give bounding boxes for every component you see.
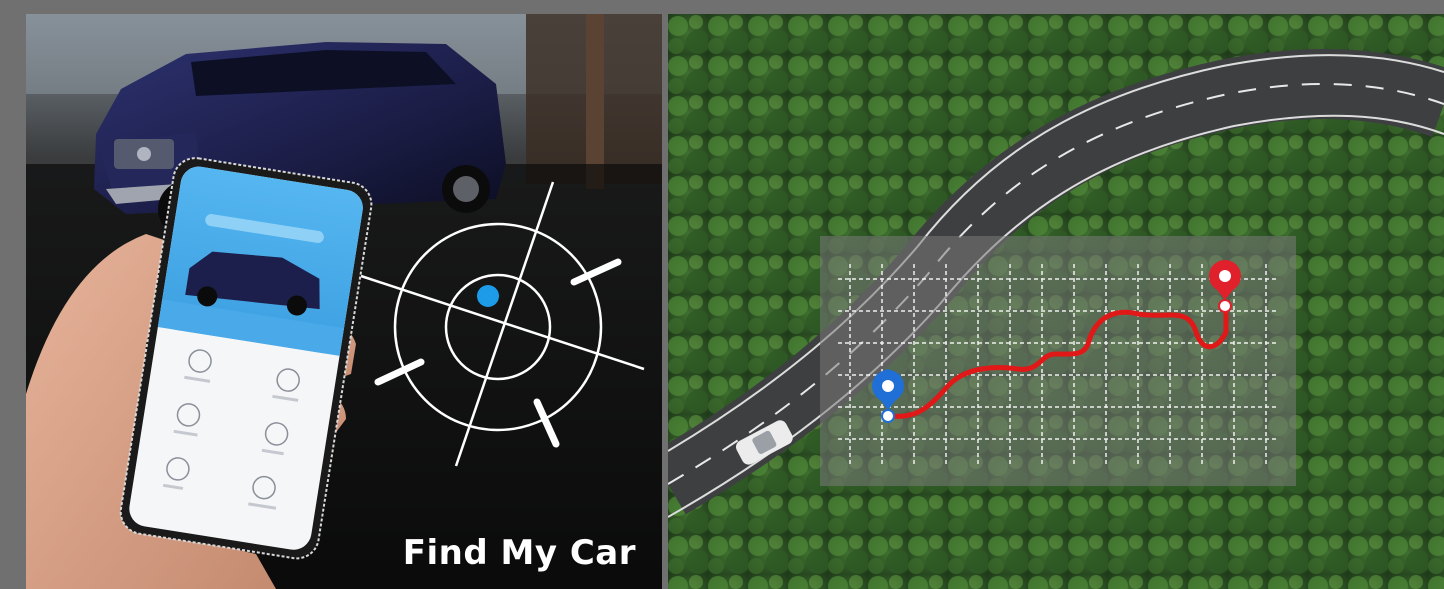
left-panel-illustration: [26, 14, 662, 589]
location-dot: [477, 285, 499, 307]
forest-road-illustration: [668, 14, 1444, 589]
right-panel-route-map: [668, 14, 1444, 589]
find-my-car-caption: Find My Car: [402, 533, 636, 573]
left-panel-find-my-car: Find My Car: [26, 14, 662, 589]
route-map-overlay: [820, 236, 1296, 486]
banner-frame: Find My Car: [0, 0, 1444, 589]
